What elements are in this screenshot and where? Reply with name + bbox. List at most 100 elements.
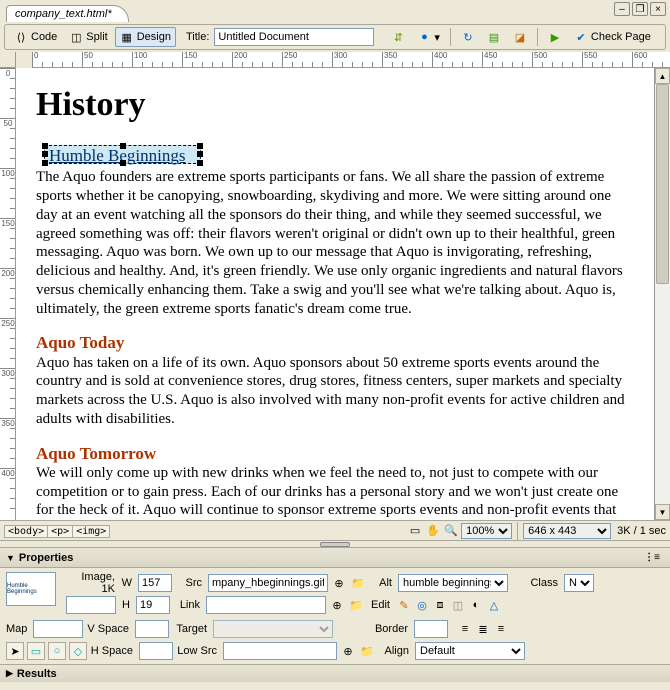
resample-icon[interactable]: ◫ <box>450 597 466 613</box>
code-label: Code <box>31 31 57 43</box>
pointer-tool-icon[interactable]: ▭ <box>407 523 423 539</box>
lowsrc-label: Low Src <box>176 645 220 657</box>
image-name-input[interactable] <box>66 596 116 614</box>
link-point-to-file-icon[interactable]: ⊕ <box>329 597 345 613</box>
align-select[interactable]: Default <box>415 642 525 660</box>
link-browse-icon[interactable]: 📁 <box>348 597 364 613</box>
split-label: Split <box>86 31 107 43</box>
split-view-button[interactable]: ◫Split <box>64 27 112 47</box>
check-page-button[interactable]: ✔Check Page <box>569 27 656 47</box>
properties-header[interactable]: ▼ Properties ⋮≡ <box>0 548 670 568</box>
tag-body[interactable]: <body> <box>4 525 48 538</box>
results-title: Results <box>17 668 57 680</box>
restore-button[interactable]: ❐ <box>632 2 648 16</box>
border-label: Border <box>373 623 411 635</box>
vspace-input[interactable] <box>135 620 169 638</box>
title-label: Title: <box>186 31 212 43</box>
align-left-icon[interactable]: ≡ <box>457 621 473 637</box>
design-view-button[interactable]: ▦Design <box>115 27 176 47</box>
selected-image[interactable]: Humble Beginnings <box>44 145 201 164</box>
window-size-select[interactable]: 646 x 443 <box>523 523 611 539</box>
map-input[interactable] <box>33 620 83 638</box>
page-size-label: 3K / 1 sec <box>617 525 666 537</box>
paragraph-intro: The Aquo founders are extreme sports par… <box>36 168 634 318</box>
alt-label: Alt <box>369 577 395 589</box>
close-button[interactable]: × <box>650 2 666 16</box>
map-label: Map <box>6 623 30 635</box>
src-input[interactable] <box>208 574 328 592</box>
visual-aids-button[interactable]: ◪ <box>508 27 532 47</box>
width-input[interactable] <box>138 574 172 592</box>
vertical-scrollbar[interactable]: ▲ ▼ <box>654 68 670 520</box>
target-label: Target <box>172 623 210 635</box>
image-label: Image, 1K <box>66 571 118 595</box>
src-point-to-file-icon[interactable]: ⊕ <box>331 575 347 591</box>
view-options-icon: ▤ <box>487 30 501 44</box>
selected-image-text: Humble Beginnings <box>45 146 189 165</box>
class-select[interactable]: Non <box>564 574 594 592</box>
upload-icon: ⇵ <box>391 30 405 44</box>
status-bar: <body><p><img> ▭ ✋ 🔍 100% 646 x 443 3K /… <box>0 520 670 540</box>
class-label: Class <box>525 577 561 589</box>
height-input[interactable] <box>136 596 170 614</box>
scroll-up-button[interactable]: ▲ <box>655 68 670 84</box>
border-input[interactable] <box>414 620 448 638</box>
tag-p[interactable]: <p> <box>47 525 73 538</box>
file-tab[interactable]: company_text.html* <box>6 5 129 22</box>
visual-aids-icon: ◪ <box>513 30 527 44</box>
panel-splitter[interactable] <box>0 540 670 548</box>
validate-icon: ▶ <box>548 30 562 44</box>
scroll-down-button[interactable]: ▼ <box>655 504 670 520</box>
view-options-button[interactable]: ▤ <box>482 27 506 47</box>
pointer-hotspot-tool[interactable]: ➤ <box>6 642 24 660</box>
upload-button[interactable]: ⇵ <box>386 27 410 47</box>
refresh-button[interactable]: ↻ <box>456 27 480 47</box>
align-center-icon[interactable]: ≣ <box>475 621 491 637</box>
design-canvas[interactable]: History Humble Beginnings The Aquo found… <box>16 68 654 520</box>
lowsrc-browse-icon[interactable]: 📁 <box>359 643 375 659</box>
hspace-input[interactable] <box>139 642 173 660</box>
code-icon: ⟨⟩ <box>14 30 28 44</box>
design-icon: ▦ <box>120 30 134 44</box>
hand-tool-icon[interactable]: ✋ <box>425 523 441 539</box>
optimize-icon[interactable]: ◎ <box>414 597 430 613</box>
w-label: W <box>121 577 135 589</box>
alt-select[interactable]: humble beginnings <box>398 574 508 592</box>
zoom-select[interactable]: 100% <box>461 523 512 539</box>
lowsrc-point-to-file-icon[interactable]: ⊕ <box>340 643 356 659</box>
oval-hotspot-tool[interactable]: ○ <box>48 642 66 660</box>
validate-button[interactable]: ▶ <box>543 27 567 47</box>
sharpen-icon[interactable]: △ <box>486 597 502 613</box>
vertical-ruler: 050100150200250300350400 <box>0 68 16 520</box>
minimize-button[interactable]: – <box>614 2 630 16</box>
split-icon: ◫ <box>69 30 83 44</box>
title-input[interactable] <box>214 28 374 46</box>
target-select <box>213 620 333 638</box>
horizontal-ruler: 050100150200250300350400450500550600 <box>32 52 670 68</box>
hspace-label: H Space <box>90 645 136 657</box>
lowsrc-input[interactable] <box>223 642 337 660</box>
pencil-edit-icon[interactable]: ✎ <box>396 597 412 613</box>
brightness-icon[interactable]: ◐ <box>468 597 484 613</box>
tag-img[interactable]: <img> <box>72 525 110 538</box>
src-label: Src <box>175 577 205 589</box>
link-label: Link <box>173 599 203 611</box>
document-toolbar: ⟨⟩Code ◫Split ▦Design Title: ⇵ ●▾ ↻ ▤ ◪ … <box>4 24 666 50</box>
results-header[interactable]: ▶ Results <box>0 664 670 682</box>
refresh-icon: ↻ <box>461 30 475 44</box>
code-view-button[interactable]: ⟨⟩Code <box>9 27 62 47</box>
heading-tomorrow: Aquo Tomorrow <box>36 443 634 464</box>
design-label: Design <box>137 31 171 43</box>
link-input[interactable] <box>206 596 326 614</box>
scroll-thumb[interactable] <box>656 84 669 284</box>
panel-menu-icon[interactable]: ⋮≡ <box>640 552 664 563</box>
image-thumbnail[interactable]: Humble Beginnings <box>6 572 56 606</box>
poly-hotspot-tool[interactable]: ◇ <box>69 642 87 660</box>
align-right-icon[interactable]: ≡ <box>493 621 509 637</box>
rect-hotspot-tool[interactable]: ▭ <box>27 642 45 660</box>
preview-globe-button[interactable]: ●▾ <box>412 27 445 47</box>
src-browse-icon[interactable]: 📁 <box>350 575 366 591</box>
zoom-tool-icon[interactable]: 🔍 <box>443 523 459 539</box>
crop-icon[interactable]: ⧈ <box>432 597 448 613</box>
tab-bar: company_text.html* – ❐ × <box>0 0 670 22</box>
